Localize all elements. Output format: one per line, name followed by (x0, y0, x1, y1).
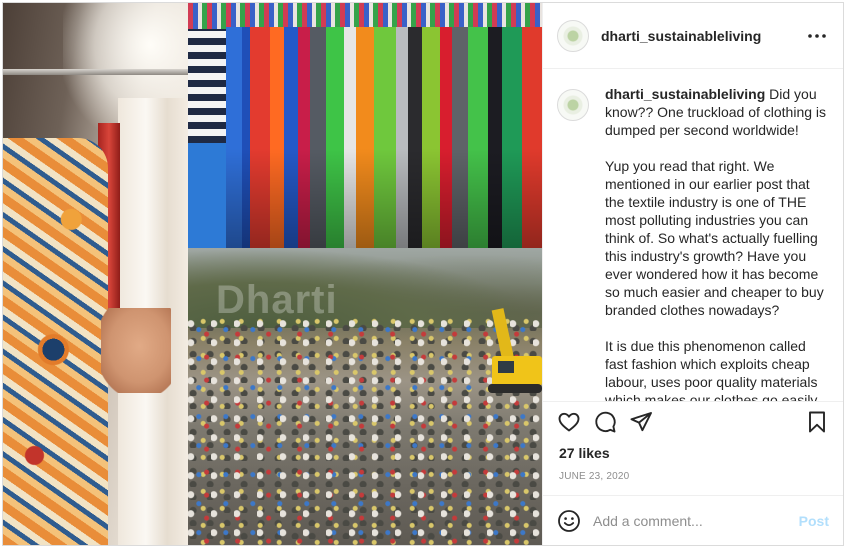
add-comment-bar: Post (543, 495, 843, 545)
photo-landfill: Dharti (188, 248, 542, 545)
caption-username[interactable]: dharti_sustainableliving (605, 86, 765, 102)
media-watermark: Dharti (216, 278, 338, 322)
excavator-graphic (488, 308, 542, 393)
action-bar (543, 401, 843, 441)
caption: dharti_sustainableliving Did you know?? … (557, 85, 829, 401)
header-username[interactable]: dharti_sustainableliving (601, 28, 761, 44)
bookmark-icon[interactable] (805, 410, 829, 434)
smiley-icon[interactable] (557, 509, 581, 533)
avatar[interactable] (557, 19, 589, 52)
caption-paragraph: Yup you read that right. We mentioned in… (605, 158, 824, 318)
post-side-panel: dharti_sustainableliving dharti_sustaina… (542, 3, 843, 545)
comment-input[interactable] (593, 512, 799, 529)
instagram-post: Dharti dharti_sustainableliving dharti_s… (2, 2, 844, 546)
comments-area[interactable]: dharti_sustainableliving Did you know?? … (543, 69, 843, 401)
more-options-icon[interactable] (805, 24, 829, 48)
comment-icon[interactable] (593, 410, 617, 434)
photo-clothes-rack (3, 3, 188, 545)
post-date[interactable]: JUNE 23, 2020 (543, 463, 843, 489)
caption-paragraph: It is due this phenomenon called fast fa… (605, 338, 818, 401)
post-media-collage[interactable]: Dharti (3, 3, 542, 545)
post-comment-button[interactable]: Post (799, 513, 829, 529)
post-header: dharti_sustainableliving (543, 3, 843, 69)
heart-icon[interactable] (557, 410, 581, 434)
paper-plane-icon[interactable] (629, 410, 653, 434)
caption-text: dharti_sustainableliving Did you know?? … (605, 85, 829, 401)
caption-avatar[interactable] (557, 89, 589, 121)
photo-hanging-tshirts (188, 3, 542, 248)
likes-count[interactable]: 27 likes (543, 441, 843, 463)
